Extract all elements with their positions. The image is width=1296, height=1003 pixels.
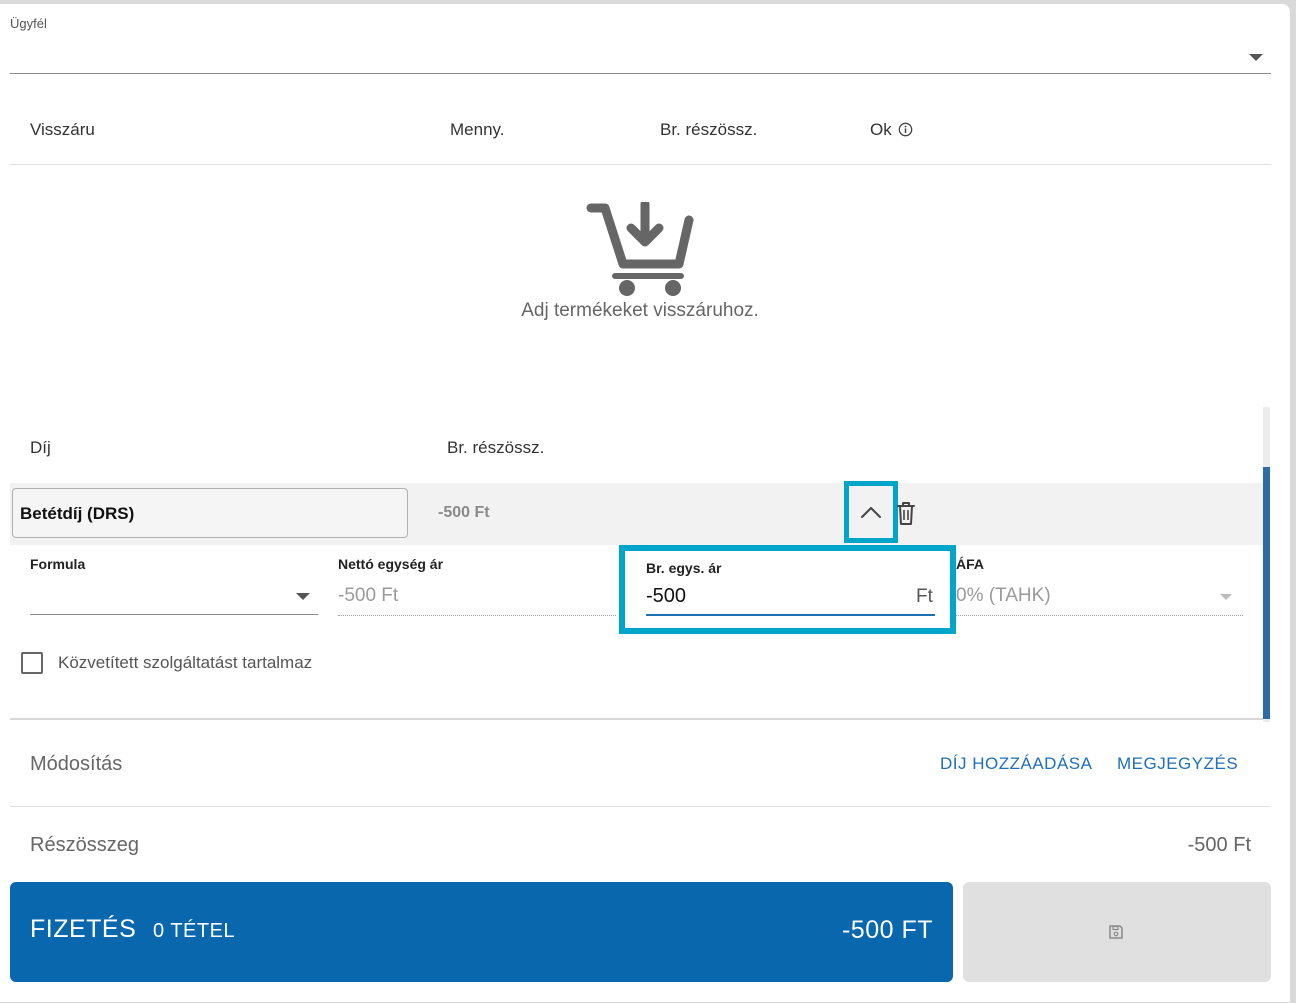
modification-divider — [10, 806, 1271, 807]
chevron-down-icon — [1220, 594, 1232, 600]
chevron-down-icon[interactable] — [296, 593, 310, 600]
add-fee-button[interactable]: DÍJ HOZZÁADÁSA — [940, 754, 1092, 774]
net-unit-price-label: Nettó egység ár — [338, 556, 444, 572]
net-unit-price-value: -500 Ft — [338, 585, 399, 606]
col-header-quantity: Menny. — [450, 120, 505, 139]
pay-button-label: FIZETÉS — [30, 915, 137, 943]
col-header-reason-label: Ok — [870, 120, 892, 139]
scrollbar-thumb[interactable] — [1263, 467, 1270, 719]
gross-unit-price-label: Br. egys. ár — [646, 560, 722, 576]
chevron-up-icon — [861, 507, 881, 518]
gross-unit-price-underline — [646, 614, 935, 616]
empty-state-text: Adj termékeket visszáruhoz. — [521, 300, 759, 321]
chevron-down-icon[interactable] — [1249, 54, 1263, 61]
customer-select-underline[interactable] — [10, 73, 1271, 74]
mediated-service-checkbox[interactable] — [21, 652, 43, 674]
modification-label: Módosítás — [30, 753, 123, 775]
formula-label: Formula — [30, 556, 86, 572]
gross-unit-price-currency: Ft — [916, 586, 933, 607]
col-header-return: Visszáru — [30, 120, 95, 139]
formula-select[interactable] — [30, 614, 318, 615]
subtotal-label: Részösszeg — [30, 834, 139, 856]
save-button[interactable] — [963, 882, 1271, 982]
subtotal-value: -500 Ft — [1187, 834, 1251, 856]
pay-button[interactable]: FIZETÉS 0 TÉTEL -500 FT — [10, 882, 953, 982]
gross-unit-price-input[interactable] — [646, 585, 906, 608]
note-button[interactable]: MEGJEGYZÉS — [1117, 754, 1238, 774]
pay-button-item-count: 0 TÉTEL — [153, 920, 236, 942]
vat-value: 0% (TAHK) — [956, 585, 1051, 606]
net-unit-price-underline — [338, 615, 616, 616]
save-icon — [1109, 925, 1123, 939]
returns-header-divider — [10, 164, 1271, 165]
vat-underline — [956, 615, 1243, 616]
fee-total: -500 Ft — [438, 504, 490, 521]
col-header-fee-subtotal: Br. részössz. — [447, 438, 545, 457]
customer-label: Ügyfél — [10, 16, 47, 31]
pay-button-amount: -500 FT — [841, 916, 933, 944]
col-header-fee: Díj — [30, 438, 51, 457]
return-panel: Ügyfél Visszáru Menny. Br. részössz. Ok … — [0, 4, 1290, 1002]
mediated-service-label: Közvetített szolgáltatást tartalmaz — [58, 653, 313, 672]
cart-download-icon — [586, 202, 694, 296]
collapse-button[interactable] — [844, 481, 898, 543]
fee-name: Betétdíj (DRS) — [20, 504, 135, 523]
fees-section-divider — [10, 718, 1263, 720]
col-header-subtotal: Br. részössz. — [660, 120, 758, 139]
trash-icon[interactable] — [894, 500, 918, 526]
info-icon[interactable] — [898, 122, 913, 137]
col-header-reason: Ok — [870, 120, 913, 140]
vat-label: ÁFA — [956, 556, 984, 572]
